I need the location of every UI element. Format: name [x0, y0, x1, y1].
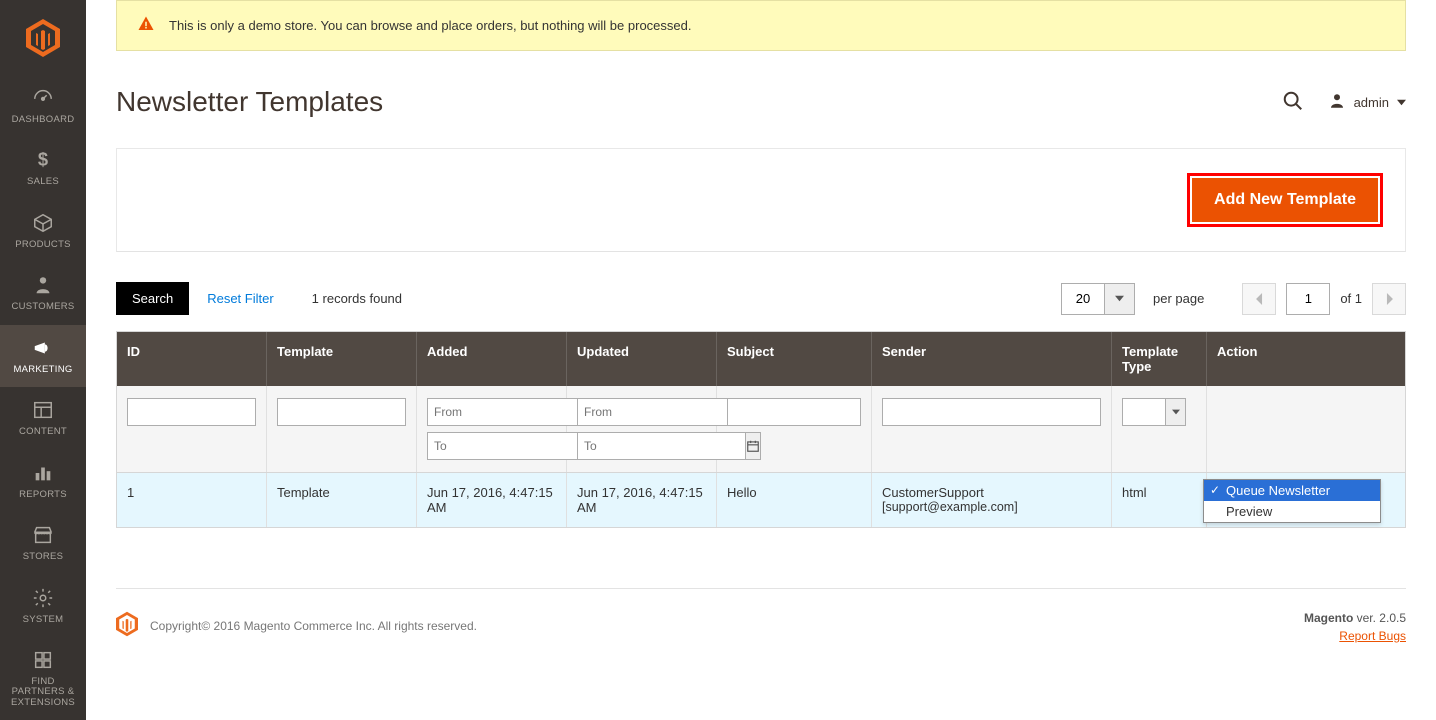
page-input[interactable] [1286, 283, 1330, 315]
nav-stores[interactable]: STORES [0, 512, 86, 574]
filter-id-input[interactable] [127, 398, 256, 426]
layout-icon [32, 399, 54, 421]
col-header-subject[interactable]: Subject [717, 332, 872, 386]
cell-added: Jun 17, 2016, 4:47:15 AM [417, 473, 567, 527]
col-header-sender[interactable]: Sender [872, 332, 1112, 386]
prev-page-button[interactable] [1242, 283, 1276, 315]
cell-template: Template [267, 473, 417, 527]
nav-label: DASHBOARD [12, 115, 75, 125]
magento-logo[interactable] [0, 0, 86, 75]
of-label: of 1 [1340, 291, 1362, 306]
footer-version: ver. 2.0.5 [1353, 611, 1406, 625]
cell-subject: Hello [717, 473, 872, 527]
nav-label: FIND PARTNERS & EXTENSIONS [4, 677, 82, 708]
warning-icon [137, 15, 155, 36]
nav-label: PRODUCTS [15, 240, 71, 250]
grid-header-row: ID Template Added Updated Subject Sender… [117, 332, 1405, 386]
filter-subject-input[interactable] [727, 398, 861, 426]
nav-label: STORES [23, 552, 64, 562]
add-new-template-button[interactable]: Add New Template [1192, 178, 1378, 222]
table-row[interactable]: 1 Template Jun 17, 2016, 4:47:15 AM Jun … [117, 473, 1405, 527]
nav-system[interactable]: SYSTEM [0, 575, 86, 637]
chevron-down-icon [1397, 95, 1406, 110]
banner-text: This is only a demo store. You can brows… [169, 18, 691, 33]
person-icon [32, 274, 54, 296]
box-icon [32, 212, 54, 234]
nav-label: REPORTS [19, 490, 67, 500]
magento-logo-small [116, 611, 138, 640]
next-page-button[interactable] [1372, 283, 1406, 315]
blocks-icon [32, 649, 54, 671]
nav-marketing[interactable]: MARKETING [0, 325, 86, 387]
gauge-icon [32, 87, 54, 109]
nav-partners[interactable]: FIND PARTNERS & EXTENSIONS [0, 637, 86, 720]
templates-grid: ID Template Added Updated Subject Sender… [116, 331, 1406, 528]
perpage-dropdown-button[interactable] [1105, 283, 1135, 315]
sender-name: CustomerSupport [882, 485, 1101, 500]
nav-customers[interactable]: CUSTOMERS [0, 262, 86, 324]
action-option-queue[interactable]: Queue Newsletter [1204, 480, 1380, 501]
bars-icon [32, 462, 54, 484]
nav-content[interactable]: CONTENT [0, 387, 86, 449]
user-label: admin [1354, 95, 1389, 110]
nav-label: SYSTEM [23, 615, 64, 625]
storefront-icon [32, 524, 54, 546]
nav-label: CUSTOMERS [11, 302, 74, 312]
col-header-template[interactable]: Template [267, 332, 417, 386]
records-found: 1 records found [312, 291, 402, 306]
page-title: Newsletter Templates [116, 86, 383, 118]
col-header-id[interactable]: ID [117, 332, 267, 386]
search-button[interactable]: Search [116, 282, 189, 315]
filter-sender-input[interactable] [882, 398, 1101, 426]
action-dropdown[interactable]: Queue Newsletter Preview [1203, 479, 1381, 523]
add-template-highlight: Add New Template [1187, 173, 1383, 227]
reset-filter-link[interactable]: Reset Filter [207, 291, 273, 306]
user-menu[interactable]: admin [1328, 92, 1406, 113]
gear-icon [32, 587, 54, 609]
filter-type-select[interactable] [1122, 398, 1166, 426]
user-icon [1328, 92, 1346, 113]
nav-sales[interactable]: $ SALES [0, 137, 86, 199]
filter-type-dropdown[interactable] [1166, 398, 1186, 426]
sender-email: [support@example.com] [882, 500, 1101, 514]
perpage-label: per page [1153, 291, 1204, 306]
nav-products[interactable]: PRODUCTS [0, 200, 86, 262]
page-actions: Add New Template [116, 148, 1406, 252]
footer-brand: Magento [1304, 611, 1353, 625]
nav-label: SALES [27, 177, 59, 187]
perpage-input[interactable] [1061, 283, 1105, 315]
col-header-type[interactable]: Template Type [1112, 332, 1207, 386]
grid-filter-row [117, 386, 1405, 473]
nav-reports[interactable]: REPORTS [0, 450, 86, 512]
dollar-icon: $ [32, 149, 54, 171]
admin-sidebar: DASHBOARD $ SALES PRODUCTS CUSTOMERS MAR… [0, 0, 86, 720]
action-option-preview[interactable]: Preview [1204, 501, 1380, 522]
col-header-added[interactable]: Added [417, 332, 567, 386]
cell-updated: Jun 17, 2016, 4:47:15 AM [567, 473, 717, 527]
col-header-updated[interactable]: Updated [567, 332, 717, 386]
demo-banner: This is only a demo store. You can brows… [116, 0, 1406, 51]
global-search-icon[interactable] [1282, 90, 1304, 115]
page-footer: Copyright© 2016 Magento Commerce Inc. Al… [116, 588, 1406, 673]
cell-id: 1 [117, 473, 267, 527]
report-bugs-link[interactable]: Report Bugs [1304, 629, 1406, 643]
nav-label: MARKETING [13, 365, 72, 375]
nav-dashboard[interactable]: DASHBOARD [0, 75, 86, 137]
svg-text:$: $ [38, 149, 48, 170]
cell-sender: CustomerSupport [support@example.com] [872, 473, 1112, 527]
filter-template-input[interactable] [277, 398, 406, 426]
cell-type: html [1112, 473, 1207, 527]
copyright-text: Copyright© 2016 Magento Commerce Inc. Al… [150, 619, 477, 633]
col-header-action: Action [1207, 332, 1405, 386]
megaphone-icon [32, 337, 54, 359]
nav-label: CONTENT [19, 427, 67, 437]
cell-action: Queue Newsletter Preview [1207, 473, 1405, 527]
